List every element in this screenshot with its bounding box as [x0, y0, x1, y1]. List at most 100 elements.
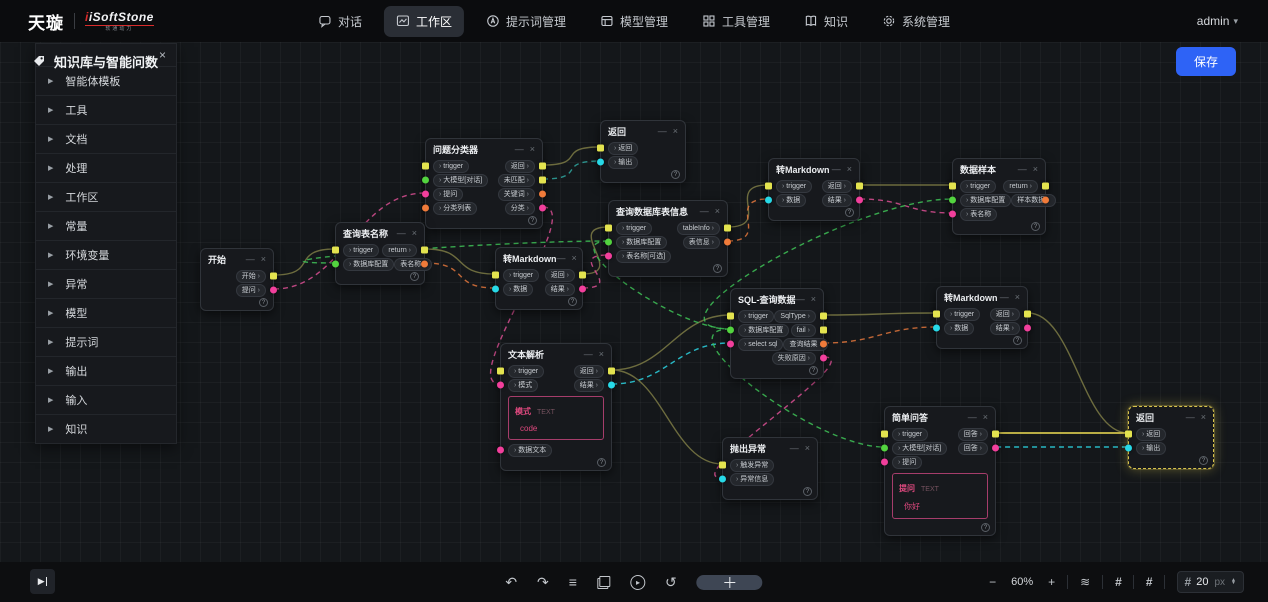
node-sql[interactable]: SQL-查询数据—×› triggerSqlType ›› 数据库配置fail … — [730, 288, 824, 379]
output-port[interactable]: 结果 › — [990, 322, 1020, 335]
port-dot[interactable] — [422, 177, 429, 184]
port-dot[interactable] — [579, 272, 586, 279]
node-close-button[interactable]: × — [572, 253, 577, 263]
port-dot[interactable] — [492, 286, 499, 293]
port-dot[interactable] — [881, 445, 888, 452]
grid-toggle-icon[interactable]: # — [1115, 575, 1121, 589]
sidebar-item-模型[interactable]: ▶模型 — [36, 298, 176, 327]
zoom-out-button[interactable]: − — [989, 575, 996, 589]
toggle-panel-button[interactable]: ▶ — [30, 569, 55, 594]
port-dot[interactable] — [881, 459, 888, 466]
undo-icon[interactable]: ↶ — [505, 574, 517, 591]
output-port[interactable]: 失败原因 › — [772, 352, 816, 365]
output-port[interactable]: SqlType › — [774, 310, 816, 323]
port-dot[interactable] — [719, 462, 726, 469]
input-port[interactable]: › trigger — [508, 365, 544, 378]
node-info-icon[interactable]: ? — [981, 523, 990, 532]
output-port[interactable]: 未匹配 › — [498, 174, 535, 187]
port-dot[interactable] — [949, 197, 956, 204]
sidebar-item-文档[interactable]: ▶文档 — [36, 124, 176, 153]
port-dot[interactable] — [992, 431, 999, 438]
port-dot[interactable] — [608, 368, 615, 375]
output-port[interactable]: fail › — [791, 324, 816, 337]
input-port[interactable]: › 表名称 — [960, 208, 997, 221]
node-close-button[interactable]: × — [261, 254, 266, 264]
node-minimize-button[interactable]: — — [515, 144, 524, 154]
input-port[interactable]: › trigger — [960, 180, 996, 193]
node-minimize-button[interactable]: — — [790, 443, 799, 453]
port-dot[interactable] — [1125, 431, 1132, 438]
port-dot[interactable] — [422, 205, 429, 212]
user-menu[interactable]: admin ▾ — [1197, 14, 1238, 28]
pan-button[interactable] — [697, 575, 763, 590]
node-minimize-button[interactable]: — — [658, 126, 667, 136]
port-dot[interactable] — [992, 445, 999, 452]
node-start[interactable]: 开始—×开始 ›提问 ›? — [200, 248, 274, 311]
port-dot[interactable] — [579, 286, 586, 293]
port-dot[interactable] — [1024, 325, 1031, 332]
sidebar-item-常量[interactable]: ▶常量 — [36, 211, 176, 240]
input-port[interactable]: › 表名称[可选] — [616, 250, 671, 263]
node-info-icon[interactable]: ? — [568, 297, 577, 306]
port-dot[interactable] — [820, 327, 827, 334]
output-port[interactable]: 分类 › — [505, 202, 535, 215]
node-minimize-button[interactable]: — — [832, 164, 841, 174]
output-port[interactable]: 提问 › — [236, 284, 266, 297]
output-port[interactable]: 结果 › — [822, 194, 852, 207]
node-close-button[interactable]: × — [847, 164, 852, 174]
port-dot[interactable] — [933, 325, 940, 332]
node-close-button[interactable]: × — [983, 412, 988, 422]
node-close-button[interactable]: × — [1201, 412, 1206, 422]
input-port[interactable]: › 数据库配置 — [343, 258, 394, 271]
port-dot[interactable] — [539, 191, 546, 198]
input-port[interactable]: › trigger — [776, 180, 812, 193]
nav-item-工作区[interactable]: 工作区 — [384, 6, 464, 37]
output-port[interactable]: 回答 › — [958, 442, 988, 455]
port-dot[interactable] — [765, 183, 772, 190]
input-port[interactable]: › 大模型[对话] — [892, 442, 947, 455]
nav-item-对话[interactable]: 对话 — [306, 6, 374, 37]
node-info-icon[interactable]: ? — [809, 366, 818, 375]
sidebar-item-异常[interactable]: ▶异常 — [36, 269, 176, 298]
input-port[interactable]: › 数据 — [503, 283, 533, 296]
port-dot[interactable] — [605, 239, 612, 246]
output-port[interactable]: 回答 › — [958, 428, 988, 441]
port-dot[interactable] — [727, 313, 734, 320]
run-icon[interactable]: ▸ — [630, 575, 645, 590]
port-dot[interactable] — [332, 261, 339, 268]
output-port[interactable]: 关键词 › — [498, 188, 535, 201]
node-sample[interactable]: 数据样本—×› triggerreturn ›› 数据库配置样本数据 ›› 表名… — [952, 158, 1046, 235]
node-close-button[interactable]: × — [715, 206, 720, 216]
node-md2[interactable]: 转Markdown—×› trigger返回 ›› 数据结果 ›? — [495, 247, 583, 310]
output-port[interactable]: return › — [1003, 180, 1038, 193]
node-minimize-button[interactable]: — — [584, 349, 593, 359]
port-dot[interactable] — [1042, 197, 1049, 204]
node-md3[interactable]: 转Markdown—×› trigger返回 ›› 数据结果 ›? — [936, 286, 1028, 349]
output-port[interactable]: 结果 › — [545, 283, 575, 296]
input-port[interactable]: › 数据文本 — [508, 444, 552, 457]
input-port[interactable]: › 触发异常 — [730, 459, 774, 472]
nav-item-提示词管理[interactable]: 提示词管理 — [474, 6, 578, 37]
input-port[interactable]: › 输出 — [1136, 442, 1166, 455]
node-info-icon[interactable]: ? — [259, 298, 268, 307]
input-port[interactable]: › select sql — [738, 338, 783, 351]
port-dot[interactable] — [421, 261, 428, 268]
sidebar-item-环境变量[interactable]: ▶环境变量 — [36, 240, 176, 269]
node-info-icon[interactable]: ? — [671, 170, 680, 179]
port-dot[interactable] — [820, 313, 827, 320]
port-dot[interactable] — [949, 211, 956, 218]
node-classifier[interactable]: 问题分类器—×› trigger返回 ›› 大模型[对话]未匹配 ›› 提问关键… — [425, 138, 543, 229]
node-parse[interactable]: 文本解析—×› trigger返回 ›› 模式结果 ›模式TEXTcode› 数… — [500, 343, 612, 471]
input-port[interactable]: › 返回 — [608, 142, 638, 155]
output-port[interactable]: 返回 › — [505, 160, 535, 173]
output-port[interactable]: return › — [382, 244, 417, 257]
node-qa[interactable]: 简单问答—×› trigger回答 ›› 大模型[对话]回答 ›› 提问提问TE… — [884, 406, 996, 536]
input-port[interactable]: › 提问 — [433, 188, 463, 201]
input-port[interactable]: › 数据库配置 — [616, 236, 667, 249]
port-dot[interactable] — [727, 341, 734, 348]
node-minimize-button[interactable]: — — [1186, 412, 1195, 422]
node-close-button[interactable]: × — [412, 228, 417, 238]
save-button[interactable]: 保存 — [1176, 47, 1236, 76]
node-info-icon[interactable]: ? — [845, 208, 854, 217]
port-dot[interactable] — [492, 272, 499, 279]
